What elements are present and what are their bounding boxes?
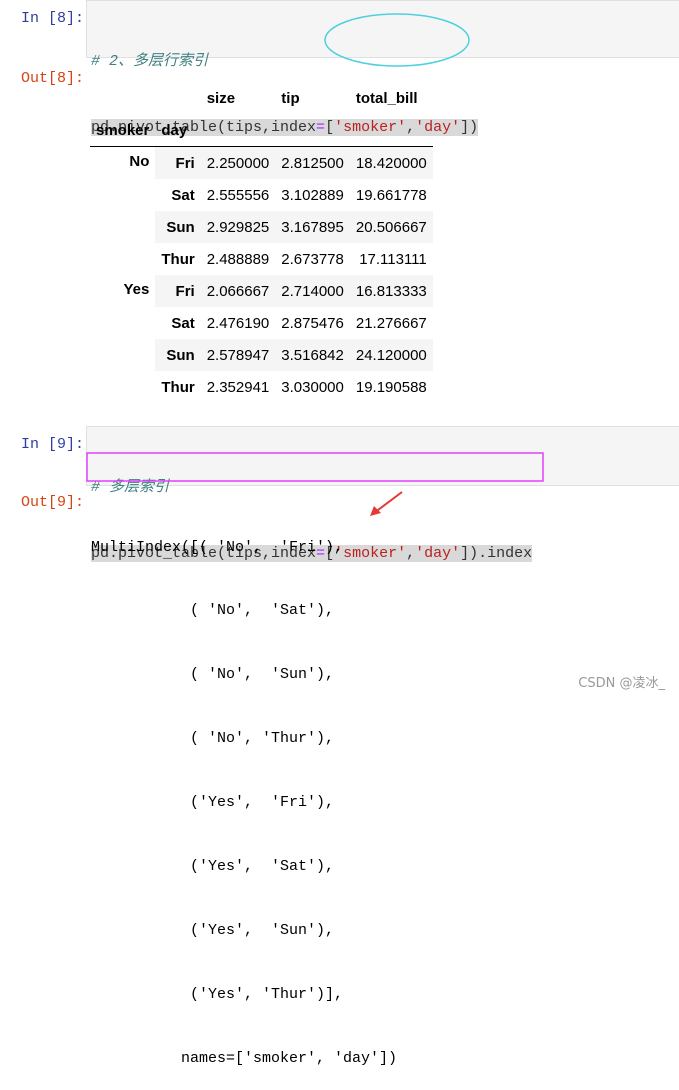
index-name: day xyxy=(155,114,201,147)
table-cell: 2.578947 xyxy=(200,339,276,371)
table-cell: 17.113111 xyxy=(359,250,427,268)
cell8-out-prompt: Out[8]: xyxy=(20,70,84,87)
day-label: Thur xyxy=(161,378,195,396)
highlight-box xyxy=(86,452,544,482)
pivot-table: size tip total_bill smoker day No Fri 2.… xyxy=(90,82,433,403)
day-label: Thur xyxy=(161,250,195,268)
table-cell: 20.506667 xyxy=(349,211,433,243)
header-blank xyxy=(349,114,433,147)
table-index-names-row: smoker day xyxy=(90,114,433,147)
highlight-ellipse xyxy=(324,13,470,67)
arrow-shaft xyxy=(373,491,403,514)
table-cell: 3.102889 xyxy=(281,186,344,204)
table-cell: 2.488889 xyxy=(206,250,270,268)
table-cell: 2.875476 xyxy=(281,314,344,332)
output-line: MultiIndex([( 'No', 'Fri'), xyxy=(91,538,344,556)
table-cell: 2.929825 xyxy=(200,211,276,243)
table-cell: 3.030000 xyxy=(281,378,344,396)
output-line: ('Yes', 'Sat'), xyxy=(91,858,335,876)
day-label: Sun xyxy=(155,211,201,243)
table-cell: 3.516842 xyxy=(275,339,350,371)
table-cell: 16.813333 xyxy=(349,275,433,307)
table-cell: 2.673778 xyxy=(281,250,344,268)
red-arrow-annotation xyxy=(370,491,403,516)
cell8-annotation-layer xyxy=(324,13,470,67)
table-cell: 3.167895 xyxy=(275,211,350,243)
watermark: CSDN @凌冰_ xyxy=(578,676,665,691)
cell9-code-suffix: ).index xyxy=(469,545,533,562)
table-cell: 2.066667 xyxy=(200,275,276,307)
header-blank xyxy=(155,82,200,114)
day-label: Sat xyxy=(171,186,195,204)
header-blank xyxy=(275,114,350,147)
table-cell: 19.190588 xyxy=(355,378,427,396)
output-line: ('Yes', 'Thur')], xyxy=(91,985,344,1003)
output-line: ( 'No', 'Sat'), xyxy=(91,602,335,620)
table-cell: 2.250000 xyxy=(200,146,276,179)
table-header-row: size tip total_bill xyxy=(90,82,433,114)
multiindex-output: MultiIndex([( 'No', 'Fri'), ( 'No', 'Sat… xyxy=(91,494,397,1090)
table-row: No Fri 2.250000 2.812500 18.420000 xyxy=(90,146,433,179)
output-line: ( 'No', 'Sun'), xyxy=(91,666,335,684)
cell9-code-rb: ] xyxy=(460,545,470,562)
output-line: ('Yes', 'Fri'), xyxy=(91,794,335,812)
column-header: total_bill xyxy=(355,89,418,107)
column-header: tip xyxy=(281,89,300,107)
smoker-label: Yes xyxy=(123,281,150,298)
smoker-label: No xyxy=(129,153,150,170)
header-blank xyxy=(200,114,276,147)
day-label: Sun xyxy=(155,339,201,371)
table-cell: 2.555556 xyxy=(206,186,270,204)
table-cell: 2.714000 xyxy=(275,275,350,307)
table-row: Yes Fri 2.066667 2.714000 16.813333 xyxy=(90,275,433,307)
table-cell: 2.476190 xyxy=(206,314,270,332)
table-cell: 18.420000 xyxy=(349,146,433,179)
index-name: smoker xyxy=(90,114,156,147)
table-cell: 24.120000 xyxy=(349,339,433,371)
cell9-annotation-layer xyxy=(86,452,544,482)
cell8-code-rb: ] xyxy=(460,119,470,136)
cell8-code-suffix: ) xyxy=(469,119,479,136)
table-cell: 21.276667 xyxy=(355,314,427,332)
day-label: Fri xyxy=(155,146,201,179)
header-blank xyxy=(90,82,155,114)
arrow-head xyxy=(370,506,381,516)
cell9-code-s2: 'day' xyxy=(415,545,461,562)
table-cell: 2.812500 xyxy=(275,146,350,179)
output-line: names=['smoker', 'day']) xyxy=(91,1049,398,1067)
cell9-code-comma: , xyxy=(406,545,416,562)
output-line: ( 'No', 'Thur'), xyxy=(91,730,335,748)
day-label: Sat xyxy=(171,314,195,332)
output-line: ('Yes', 'Sun'), xyxy=(91,921,335,939)
cell9-out-prompt: Out[9]: xyxy=(20,494,84,511)
table-cell: 2.352941 xyxy=(206,378,270,396)
table-cell: 19.661778 xyxy=(355,186,427,204)
day-label: Fri xyxy=(155,275,201,307)
column-header: size xyxy=(206,89,236,107)
